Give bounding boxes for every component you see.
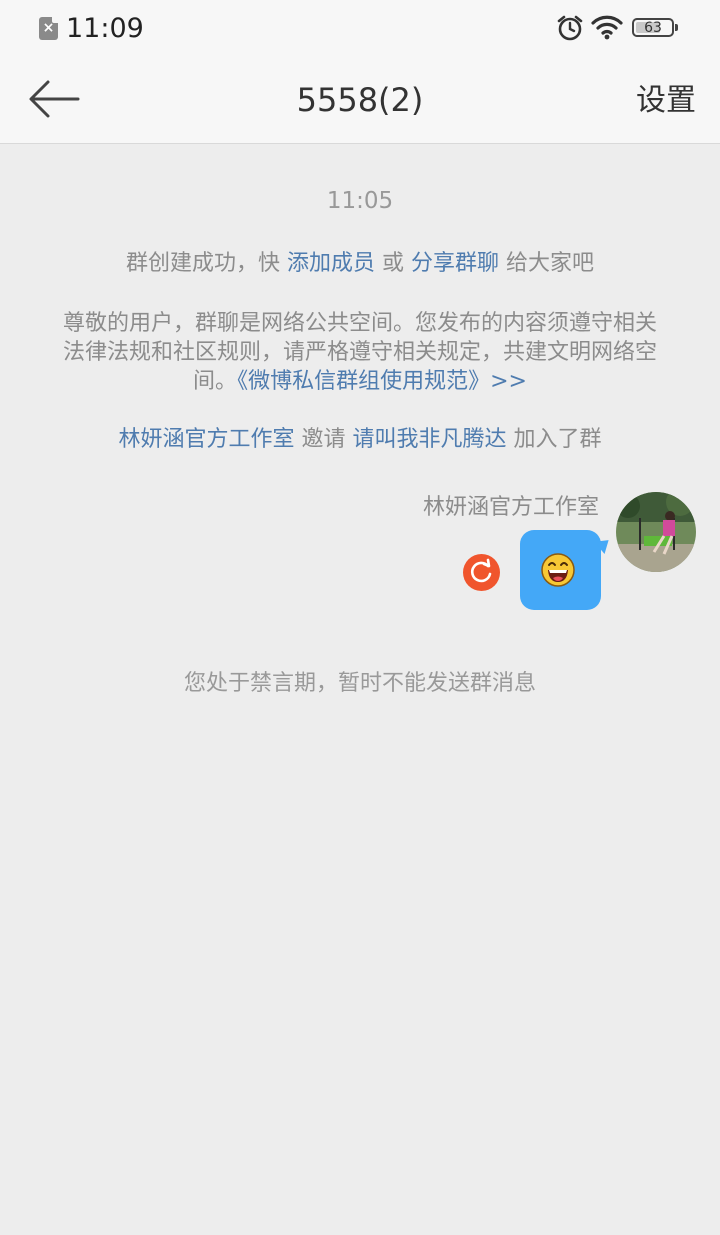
add-members-link[interactable]: 添加成员 [287, 251, 375, 276]
avatar[interactable] [616, 492, 696, 572]
group-created-notice: 群创建成功，快 添加成员 或 分享群聊 给大家吧 [40, 249, 680, 278]
back-button[interactable] [26, 78, 82, 120]
notice-suffix: 给大家吧 [499, 251, 595, 276]
invitee-link[interactable]: 请叫我非凡腾达 [353, 427, 507, 452]
inviter-link[interactable]: 林妍涵官方工作室 [118, 427, 294, 452]
sim-off-icon: × [39, 17, 58, 40]
group-rules-link[interactable]: 《微博私信群组使用规范》>> [237, 369, 527, 394]
notice-middle: 或 [375, 251, 411, 276]
message-timestamp: 11:05 [326, 188, 394, 214]
policy-notice: 尊敬的用户，群聊是网络公共空间。您发布的内容须遵守相关法律法规和社区规则，请严格… [60, 309, 660, 396]
sim-status-mark: × [42, 20, 55, 36]
status-bar: × 11:09 63 [0, 0, 720, 56]
notice-prefix: 群创建成功，快 [125, 251, 287, 276]
sender-name: 林妍涵官方工作室 [422, 495, 599, 520]
status-time: 11:09 [66, 13, 144, 44]
arrow-left-icon [29, 80, 80, 118]
wifi-icon [591, 15, 623, 40]
share-group-link[interactable]: 分享群聊 [411, 251, 499, 276]
battery-icon: 63 [632, 18, 678, 37]
laughing-emoji-icon [541, 553, 575, 587]
avatar-photo [616, 492, 696, 572]
invite-verb: 邀请 [294, 427, 353, 452]
settings-button[interactable]: 设置 [636, 80, 696, 122]
mute-notice: 您处于禁言期，暂时不能发送群消息 [183, 671, 536, 696]
message-bubble[interactable] [520, 530, 601, 610]
page-title: 5558(2) [296, 81, 424, 119]
nav-bar: 5558(2) 设置 [0, 56, 720, 144]
battery-level: 63 [644, 20, 662, 36]
alarm-icon [557, 15, 583, 41]
invite-suffix: 加入了群 [506, 427, 602, 452]
resend-icon [470, 558, 492, 583]
resend-button[interactable] [463, 554, 500, 591]
invite-notice: 林妍涵官方工作室 邀请 请叫我非凡腾达 加入了群 [40, 425, 680, 454]
chat-area: 11:05 群创建成功，快 添加成员 或 分享群聊 给大家吧 尊敬的用户，群聊是… [0, 144, 720, 1235]
